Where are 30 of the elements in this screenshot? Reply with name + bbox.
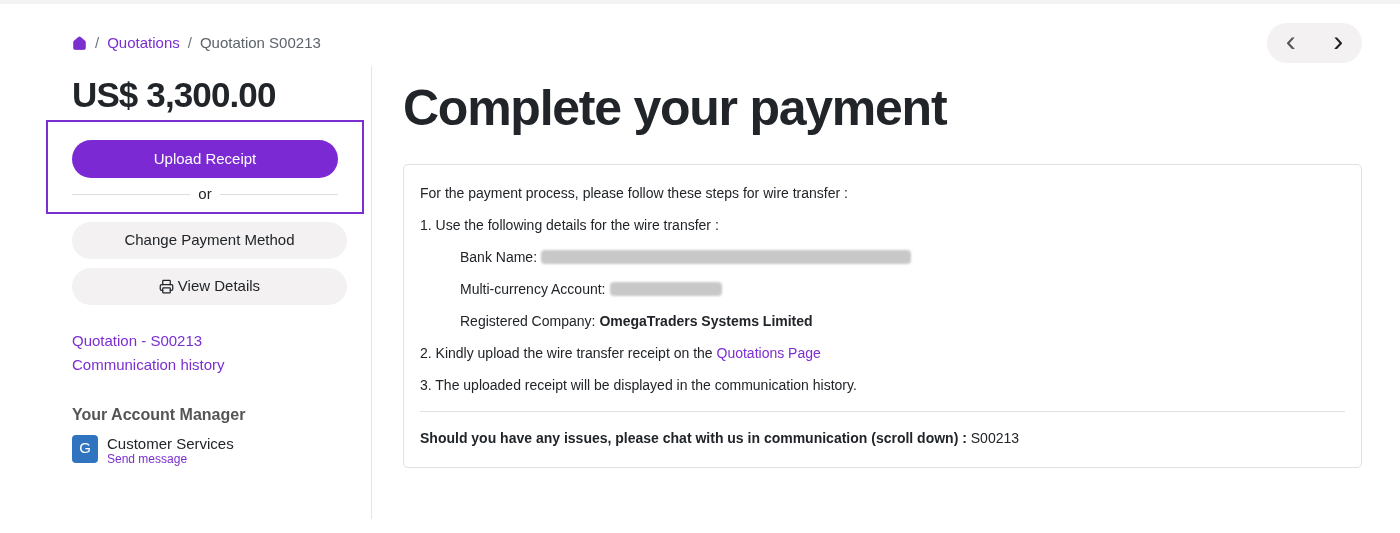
manager-heading: Your Account Manager xyxy=(71,404,247,425)
view-details-button[interactable]: View Details xyxy=(72,267,347,305)
intro-text: For the payment process, please follow these steps for wire transfer : xyxy=(420,184,849,203)
quotations-page-link[interactable]: Quotations Page xyxy=(716,345,821,361)
manager-name: Customer Services xyxy=(107,434,234,452)
breadcrumb-separator: / xyxy=(187,32,192,53)
total-amount: US$ 3,300.00 xyxy=(71,74,277,116)
detail-label: Multi-currency Account: xyxy=(460,280,606,299)
sidebar-link[interactable]: Quotation - S00213 xyxy=(72,330,364,351)
detail-label: Registered Company: xyxy=(460,312,596,331)
or-separator: or xyxy=(198,184,212,204)
previous-button[interactable]: ‹ xyxy=(1267,23,1315,63)
home-icon[interactable] xyxy=(72,35,87,51)
breadcrumb-current: Quotation S00213 xyxy=(199,32,321,53)
upload-receipt-button[interactable]: Upload Receipt xyxy=(72,140,338,178)
change-payment-button[interactable]: Change Payment Method xyxy=(72,221,347,259)
breadcrumb-separator: / xyxy=(95,32,100,53)
detail-value: OmegaTraders Systems Limited xyxy=(599,312,813,331)
step-text: 3. The uploaded receipt will be displayed in the communication history. xyxy=(420,376,858,395)
step-text: 2. Kindly upload the wire transfer receipt on the Quotations Page xyxy=(420,344,822,363)
send-message-link[interactable]: Send message xyxy=(107,451,234,467)
next-button[interactable]: › xyxy=(1314,23,1362,63)
step-text: 1. Use the following details for the wire transfer : xyxy=(420,216,720,235)
page-title: Complete your payment xyxy=(403,79,948,138)
breadcrumb-link[interactable]: Quotations xyxy=(107,31,180,55)
sidebar-link[interactable]: Communication history xyxy=(72,354,364,375)
avatar: G xyxy=(72,434,98,463)
printer-icon xyxy=(158,278,174,294)
detail-label: Bank Name: xyxy=(460,248,538,267)
footer-note: Should you have any issues, please chat with us in communication (scroll down) : S00213 xyxy=(420,429,1021,448)
